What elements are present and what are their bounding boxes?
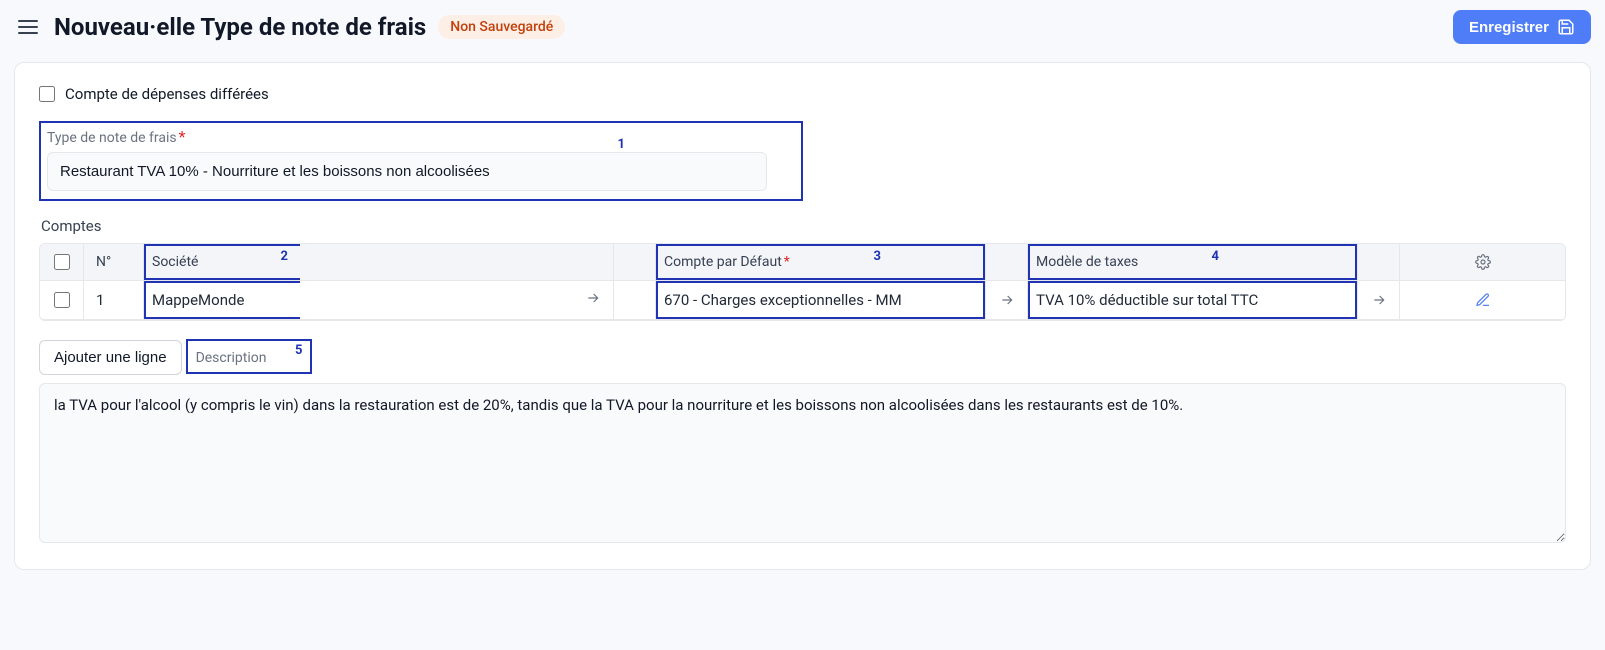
header-default-account-label: Compte par Défaut xyxy=(664,254,782,270)
row-default-account[interactable]: 670 - Charges exceptionnelles - MM xyxy=(656,281,986,320)
table-row: 1 MappeMonde 670 - Charges exceptionnell… xyxy=(40,281,1565,320)
deferred-expense-checkbox[interactable] xyxy=(39,86,55,102)
expense-type-input[interactable] xyxy=(47,152,767,191)
expense-type-label: Type de note de frais xyxy=(47,130,177,146)
row-actions xyxy=(1400,281,1565,320)
accounts-table: N° Société 2 Compte par Défaut* 3 Modèle… xyxy=(39,243,1566,321)
form-card: Compte de dépenses différées 1 Type de n… xyxy=(14,62,1591,570)
row-arrow-3 xyxy=(1358,281,1400,320)
header-tax-model-label: Modèle de taxes xyxy=(1036,254,1138,270)
description-textarea[interactable] xyxy=(39,383,1566,543)
page-title: Nouveau·elle Type de note de frais xyxy=(54,13,426,41)
row-num: 1 xyxy=(84,281,144,320)
header-company: Société 2 xyxy=(144,244,614,281)
arrow-right-icon[interactable] xyxy=(1371,292,1387,308)
unsaved-badge: Non Sauvegardé xyxy=(438,15,565,39)
edit-icon[interactable] xyxy=(1475,292,1491,308)
add-row-button[interactable]: Ajouter une ligne xyxy=(39,340,182,375)
deferred-expense-row: Compte de dépenses différées xyxy=(39,85,1566,103)
header-company-label: Société xyxy=(152,254,198,270)
row-checkbox[interactable] xyxy=(54,292,70,308)
header-default-account: Compte par Défaut* 3 xyxy=(656,244,986,281)
select-all-checkbox[interactable] xyxy=(54,254,70,270)
annotation-5: 5 xyxy=(295,343,302,358)
row-tax-model-value: TVA 10% déductible sur total TTC xyxy=(1036,291,1258,309)
row-tax-model[interactable]: TVA 10% déductible sur total TTC xyxy=(1028,281,1358,320)
save-button[interactable]: Enregistrer xyxy=(1453,10,1591,44)
header-arrow-3 xyxy=(1358,244,1400,281)
top-bar: Nouveau·elle Type de note de frais Non S… xyxy=(14,10,1591,44)
gear-icon[interactable] xyxy=(1475,254,1491,270)
annotation-2: 2 xyxy=(281,249,288,264)
annotation-4: 4 xyxy=(1212,249,1219,264)
arrow-right-icon[interactable] xyxy=(999,292,1015,308)
header-arrow-2 xyxy=(986,244,1028,281)
row-company-value: MappeMonde xyxy=(152,291,244,309)
expense-type-field: 1 Type de note de frais* xyxy=(39,121,1566,201)
accounts-section-label: Comptes xyxy=(41,217,1566,235)
header-actions xyxy=(1400,244,1565,281)
annotation-3: 3 xyxy=(874,249,881,264)
save-button-label: Enregistrer xyxy=(1469,19,1549,36)
description-label: Description xyxy=(196,350,267,366)
header-tax-model: Modèle de taxes 4 xyxy=(1028,244,1358,281)
arrow-right-icon[interactable] xyxy=(585,290,601,306)
header-select-all xyxy=(40,244,84,281)
save-icon xyxy=(1557,18,1575,36)
header-num: N° xyxy=(84,244,144,281)
menu-icon[interactable] xyxy=(14,16,42,38)
deferred-expense-label: Compte de dépenses différées xyxy=(65,85,269,103)
table-header-row: N° Société 2 Compte par Défaut* 3 Modèle… xyxy=(40,244,1565,281)
header-arrow-1 xyxy=(614,244,656,281)
row-arrow-1 xyxy=(614,281,656,320)
row-arrow-2 xyxy=(986,281,1028,320)
row-company[interactable]: MappeMonde xyxy=(144,281,614,320)
annotation-1: 1 xyxy=(618,137,625,152)
row-default-account-value: 670 - Charges exceptionnelles - MM xyxy=(664,291,902,309)
required-marker: * xyxy=(784,254,790,270)
description-label-wrap: Description 5 xyxy=(186,339,313,374)
row-select-cell xyxy=(40,281,84,320)
required-marker: * xyxy=(179,127,186,146)
